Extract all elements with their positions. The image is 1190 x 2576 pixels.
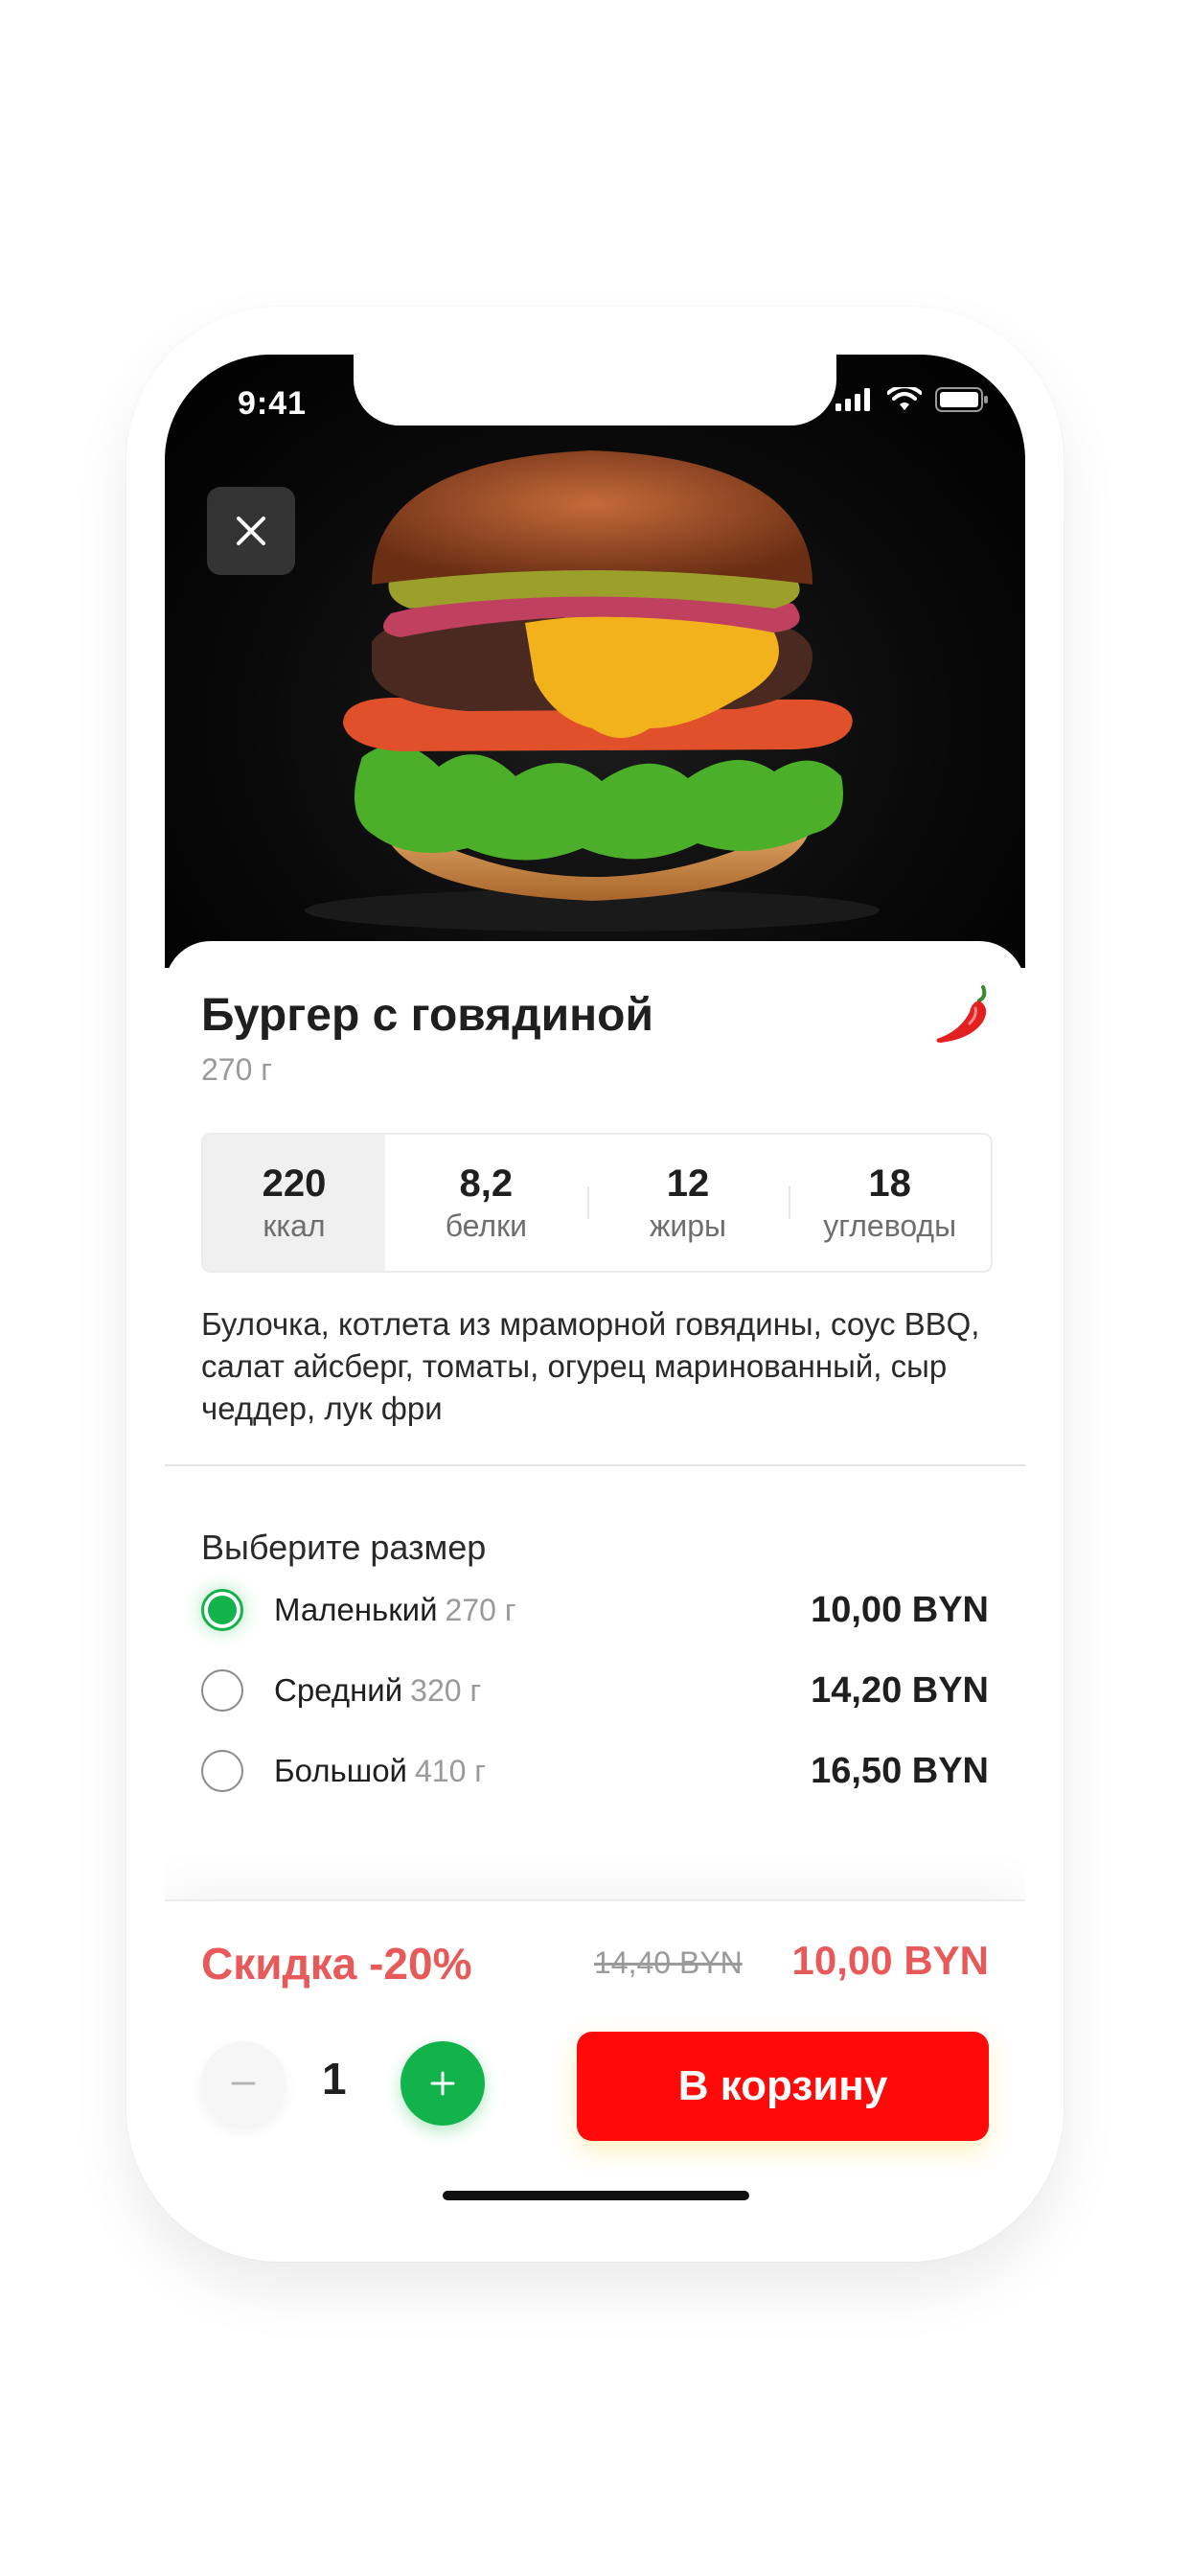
burger-image <box>305 450 880 932</box>
size-weight: 270 г <box>445 1592 516 1627</box>
app-screen: 9:41 Бургер с говядиной 270 г 220 ккал 8… <box>165 355 1025 2220</box>
size-radio[interactable] <box>201 1669 243 1712</box>
quantity-decrease-button[interactable] <box>201 2041 286 2126</box>
nutrition-value: 18 <box>868 1162 911 1205</box>
product-weight: 270 г <box>201 1052 272 1087</box>
nutrition-table: 220 ккал 8,2 белки 12 жиры 18 углеводы <box>201 1133 993 1273</box>
plus-icon <box>430 2071 455 2096</box>
close-button[interactable] <box>207 487 295 575</box>
nutrition-fat: 12 жиры <box>586 1135 790 1271</box>
quantity-value: 1 <box>322 2054 347 2104</box>
nutrition-value: 220 <box>262 1162 327 1205</box>
nutrition-separator <box>586 1186 589 1219</box>
size-option-small[interactable]: Маленький 270 г 10,00 BYN <box>201 1581 989 1639</box>
quantity-increase-button[interactable] <box>400 2041 485 2126</box>
section-divider <box>165 1464 1025 1466</box>
size-option-large[interactable]: Большой 410 г 16,50 BYN <box>201 1742 989 1800</box>
size-weight: 410 г <box>415 1753 486 1788</box>
size-price: 16,50 BYN <box>811 1750 989 1791</box>
nutrition-label: жиры <box>649 1208 727 1243</box>
size-price: 14,20 BYN <box>811 1669 989 1711</box>
order-panel: Скидка -20% 14,40 BYN 10,00 BYN 1 В корз… <box>165 1899 1025 2220</box>
nutrition-separator <box>789 1186 791 1219</box>
close-icon <box>237 517 265 545</box>
size-name: Средний <box>274 1672 403 1708</box>
size-radio[interactable] <box>201 1589 243 1631</box>
nutrition-carbs: 18 углеводы <box>789 1135 991 1271</box>
nutrition-value: 8,2 <box>459 1162 514 1205</box>
new-price: 10,00 BYN <box>791 1938 989 1983</box>
nutrition-label: углеводы <box>823 1208 957 1243</box>
size-radio[interactable] <box>201 1750 243 1792</box>
size-name: Маленький <box>274 1592 438 1627</box>
radio-dot <box>208 1596 237 1624</box>
size-weight: 320 г <box>410 1672 482 1708</box>
size-name: Большой <box>274 1753 407 1788</box>
minus-icon <box>231 2082 256 2085</box>
home-indicator <box>443 2191 749 2200</box>
nutrition-label: ккал <box>263 1208 326 1243</box>
old-price: 14,40 BYN <box>594 1945 743 1980</box>
nutrition-calories: 220 ккал <box>203 1135 385 1271</box>
add-to-cart-button[interactable]: В корзину <box>577 2032 989 2141</box>
product-description: Булочка, котлета из мраморной говядины, … <box>201 1306 980 1426</box>
product-title: Бургер с говядиной <box>201 990 653 1041</box>
size-option-medium[interactable]: Средний 320 г 14,20 BYN <box>201 1662 989 1719</box>
battery-icon <box>935 387 988 412</box>
nutrition-value: 12 <box>666 1162 710 1205</box>
device-notch <box>354 355 836 426</box>
nutrition-label: белки <box>445 1208 527 1243</box>
discount-label: Скидка -20% <box>201 1939 472 1989</box>
nutrition-protein: 8,2 белки <box>385 1135 587 1271</box>
signal-icon <box>835 388 870 411</box>
size-price: 10,00 BYN <box>811 1589 989 1630</box>
status-time: 9:41 <box>238 385 308 422</box>
status-icons <box>835 387 989 412</box>
product-photo: 9:41 <box>165 355 1025 968</box>
chili-icon <box>936 985 987 1043</box>
wifi-icon <box>887 387 922 410</box>
product-sheet: Бургер с говядиной 270 г 220 ккал 8,2 бе… <box>165 941 1025 2220</box>
size-section-title: Выберите размер <box>201 1528 487 1567</box>
